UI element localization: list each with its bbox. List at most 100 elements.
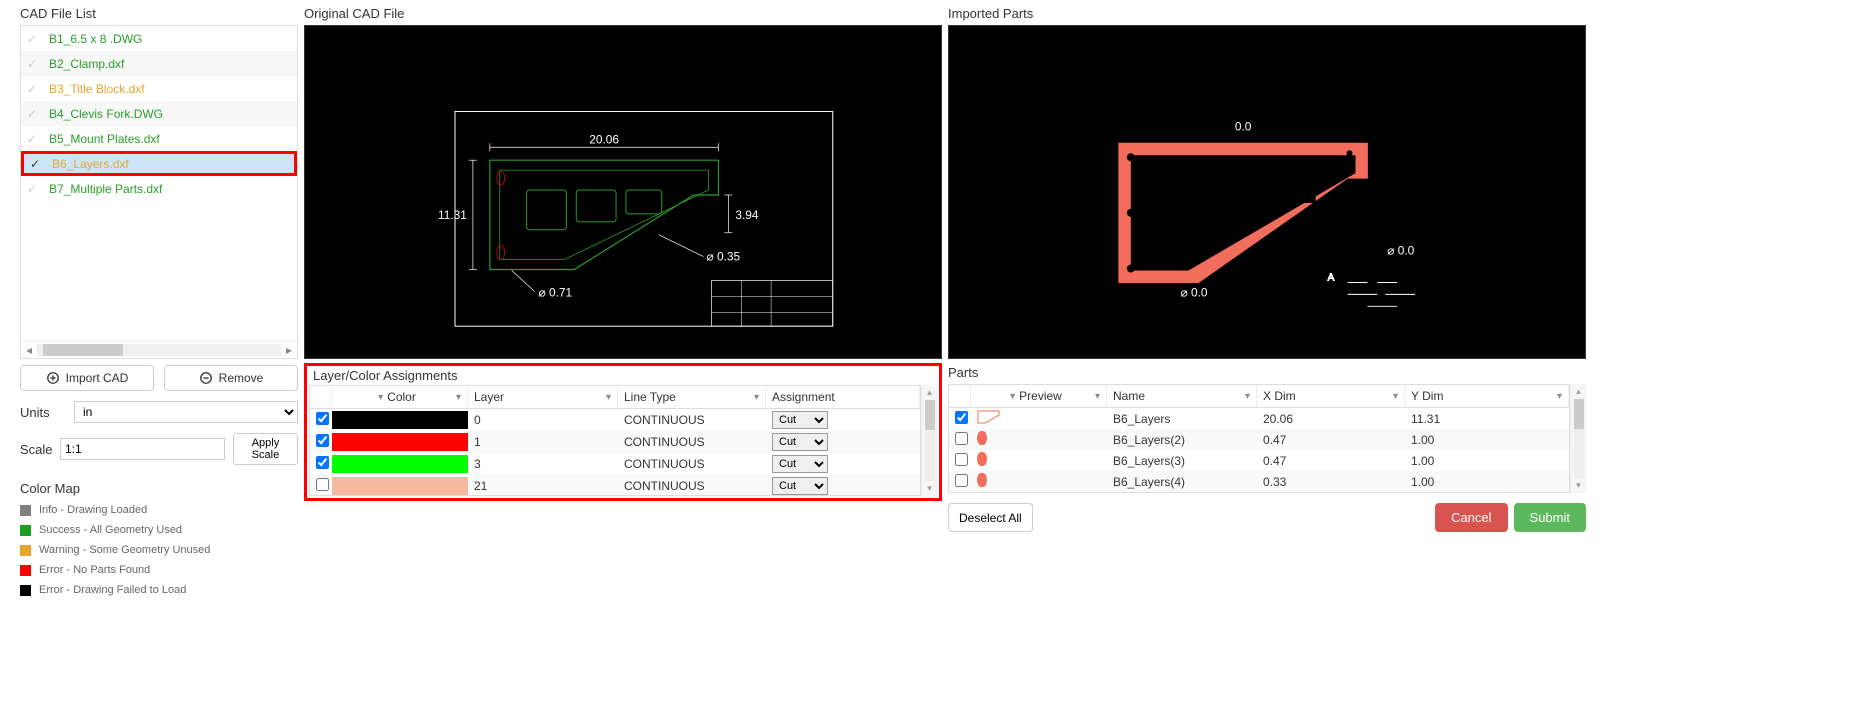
assignment-select[interactable]: Cut: [772, 411, 828, 429]
color-swatch: [20, 525, 31, 536]
imported-parts-viewer[interactable]: 0.0 ⌀ 0.0 ⌀ 0.0 A: [948, 25, 1586, 359]
preview-cell: [971, 450, 1107, 471]
xdim-value: 0.33: [1257, 473, 1405, 491]
legend-label: Error - No Parts Found: [39, 564, 150, 576]
chevron-down-icon[interactable]: ▾: [456, 392, 461, 403]
parts-title: Parts: [948, 363, 1586, 384]
file-list[interactable]: ✓B1_6.5 x 8 .DWG✓B2_Clamp.dxf✓B3_Title B…: [21, 26, 297, 340]
color-map-title: Color Map: [20, 481, 298, 496]
legend-item: Error - No Parts Found: [20, 564, 298, 576]
import-cad-button[interactable]: Import CAD: [20, 365, 154, 391]
part-name: B6_Layers(4): [1107, 473, 1257, 491]
original-cad-panel: Original CAD File: [304, 4, 942, 724]
deselect-all-button[interactable]: Deselect All: [948, 503, 1033, 532]
scroll-right-icon[interactable]: ▸: [281, 343, 297, 357]
imp-dim-bottom: ⌀ 0.0: [1181, 285, 1208, 299]
file-name: B4_Clevis Fork.DWG: [49, 107, 163, 121]
legend-label: Info - Drawing Loaded: [39, 504, 147, 516]
parts-row: B6_Layers(4)0.331.00: [949, 471, 1569, 492]
check-icon: ✓: [27, 32, 43, 46]
original-cad-viewer[interactable]: 20.06 11.31 3.94 ⌀ 0.35 ⌀ 0.71: [304, 25, 942, 359]
submit-button[interactable]: Submit: [1514, 503, 1586, 532]
row-checkbox[interactable]: [316, 478, 329, 491]
file-item[interactable]: ✓B4_Clevis Fork.DWG: [21, 101, 297, 126]
preview-thumb: [977, 452, 987, 466]
file-item[interactable]: ✓B2_Clamp.dxf: [21, 51, 297, 76]
check-icon: ✓: [27, 182, 43, 196]
assignment-select[interactable]: Cut: [772, 455, 828, 473]
row-checkbox[interactable]: [955, 411, 968, 424]
part-name: B6_Layers(3): [1107, 452, 1257, 470]
legend-item: Warning - Some Geometry Unused: [20, 544, 298, 556]
legend-item: Info - Drawing Loaded: [20, 504, 298, 516]
parts-row: B6_Layers(3)0.471.00: [949, 450, 1569, 471]
layer-value: 0: [468, 411, 618, 429]
imp-dim-side: ⌀ 0.0: [1387, 244, 1414, 258]
scale-input[interactable]: [60, 438, 225, 460]
scroll-up-icon[interactable]: ▴: [927, 385, 932, 400]
layer-grid: ▾Color▾ Layer▾ Line Type▾ Assignment 0CO…: [309, 385, 921, 496]
chevron-down-icon[interactable]: ▾: [378, 392, 383, 403]
minus-circle-icon: [199, 371, 213, 385]
file-list-hscroll[interactable]: ◂ ▸: [21, 340, 297, 358]
file-item[interactable]: ✓B6_Layers.dxf: [21, 151, 297, 176]
remove-button[interactable]: Remove: [164, 365, 298, 391]
color-swatch: [20, 545, 31, 556]
check-icon: ✓: [27, 82, 43, 96]
row-checkbox[interactable]: [316, 412, 329, 425]
row-checkbox[interactable]: [316, 434, 329, 447]
file-item[interactable]: ✓B1_6.5 x 8 .DWG: [21, 26, 297, 51]
layer-assignments-title: Layer/Color Assignments: [309, 366, 937, 385]
scale-label: Scale: [20, 442, 60, 457]
dim-width: 20.06: [589, 132, 619, 146]
parts-grid-header: ▾Preview▾ Name▾ X Dim▾ Y Dim▾: [949, 385, 1569, 408]
cancel-button[interactable]: Cancel: [1435, 503, 1507, 532]
preview-thumb: [977, 473, 987, 487]
chevron-down-icon[interactable]: ▾: [1245, 391, 1250, 402]
chevron-down-icon[interactable]: ▾: [1557, 391, 1562, 402]
ydim-value: 1.00: [1405, 452, 1569, 470]
chevron-down-icon[interactable]: ▾: [754, 392, 759, 403]
layer-row: 1CONTINUOUSCut: [310, 431, 920, 453]
assignment-select[interactable]: Cut: [772, 433, 828, 451]
xdim-value: 0.47: [1257, 452, 1405, 470]
scroll-down-icon[interactable]: ▾: [1576, 478, 1581, 493]
row-checkbox[interactable]: [955, 432, 968, 445]
parts-grid-vscroll[interactable]: ▴ ▾: [1570, 384, 1586, 493]
parts-grid: ▾Preview▾ Name▾ X Dim▾ Y Dim▾ B6_Layers2…: [948, 384, 1570, 493]
scroll-left-icon[interactable]: ◂: [21, 343, 37, 357]
assignment-select[interactable]: Cut: [772, 477, 828, 495]
part-name: B6_Layers(2): [1107, 431, 1257, 449]
file-item[interactable]: ✓B5_Mount Plates.dxf: [21, 126, 297, 151]
imported-parts-title: Imported Parts: [948, 4, 1586, 25]
ydim-value: 1.00: [1405, 473, 1569, 491]
row-checkbox[interactable]: [316, 456, 329, 469]
file-name: B3_Title Block.dxf: [49, 82, 145, 96]
color-swatch: [332, 477, 468, 495]
chevron-down-icon[interactable]: ▾: [1010, 391, 1015, 402]
layer-grid-vscroll[interactable]: ▴ ▾: [921, 385, 937, 496]
check-icon: ✓: [30, 157, 46, 171]
file-list-box: ✓B1_6.5 x 8 .DWG✓B2_Clamp.dxf✓B3_Title B…: [20, 25, 298, 359]
color-swatch: [20, 565, 31, 576]
units-select[interactable]: in: [74, 401, 298, 423]
scroll-up-icon[interactable]: ▴: [1576, 384, 1581, 399]
file-item[interactable]: ✓B7_Multiple Parts.dxf: [21, 176, 297, 201]
file-item[interactable]: ✓ B3_Title Block.dxf: [21, 76, 297, 101]
chevron-down-icon[interactable]: ▾: [606, 392, 611, 403]
chevron-down-icon[interactable]: ▾: [1095, 391, 1100, 402]
check-icon: ✓: [27, 57, 43, 71]
preview-cell: [971, 471, 1107, 492]
legend-item: Error - Drawing Failed to Load: [20, 584, 298, 596]
dim-right: 3.94: [735, 208, 759, 222]
scroll-down-icon[interactable]: ▾: [927, 481, 932, 496]
legend-label: Success - All Geometry Used: [39, 524, 182, 536]
row-checkbox[interactable]: [955, 453, 968, 466]
layer-color-assignments-panel: Layer/Color Assignments ▾Color▾ Layer▾ L…: [304, 363, 942, 501]
layer-row: 21CONTINUOUSCut: [310, 475, 920, 495]
apply-scale-button[interactable]: Apply Scale: [233, 433, 298, 465]
color-swatch: [20, 505, 31, 516]
row-checkbox[interactable]: [955, 474, 968, 487]
import-cad-label: Import CAD: [66, 371, 129, 385]
chevron-down-icon[interactable]: ▾: [1393, 391, 1398, 402]
